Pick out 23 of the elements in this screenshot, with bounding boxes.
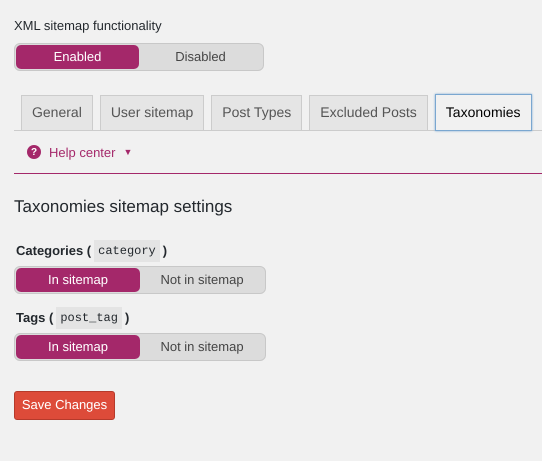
toggle-option[interactable]: In sitemap [16, 334, 140, 358]
setting-label: ) [162, 242, 168, 260]
toggle-option[interactable]: Enabled [16, 44, 139, 68]
tab[interactable]: General [21, 94, 93, 130]
field-label: XML sitemap functionality [14, 17, 163, 35]
toggle-option[interactable]: Disabled [139, 44, 262, 68]
toggle-option[interactable]: In sitemap [16, 268, 140, 292]
save-changes-button[interactable]: Save Changes [14, 390, 115, 420]
setting-label: ) [124, 308, 130, 327]
caret-icon[interactable]: ▼ [123, 146, 132, 159]
toggle-option[interactable]: Not in sitemap [140, 334, 264, 358]
code-text: post_tag [56, 306, 122, 328]
tab[interactable]: Taxonomies [434, 94, 532, 130]
code-text: category [94, 240, 160, 262]
tab[interactable]: User sitemap [100, 94, 204, 130]
section-heading: Taxonomies sitemap settings [14, 196, 234, 218]
setting-label: Tags ( [16, 308, 54, 327]
help-icon: ? [27, 145, 41, 160]
toggle-option[interactable]: Not in sitemap [140, 268, 264, 292]
setting-label: Categories ( [16, 242, 92, 260]
tab[interactable]: Excluded Posts [309, 94, 428, 130]
help-center-link[interactable]: Help center [49, 142, 116, 162]
tab[interactable]: Post Types [211, 94, 302, 130]
